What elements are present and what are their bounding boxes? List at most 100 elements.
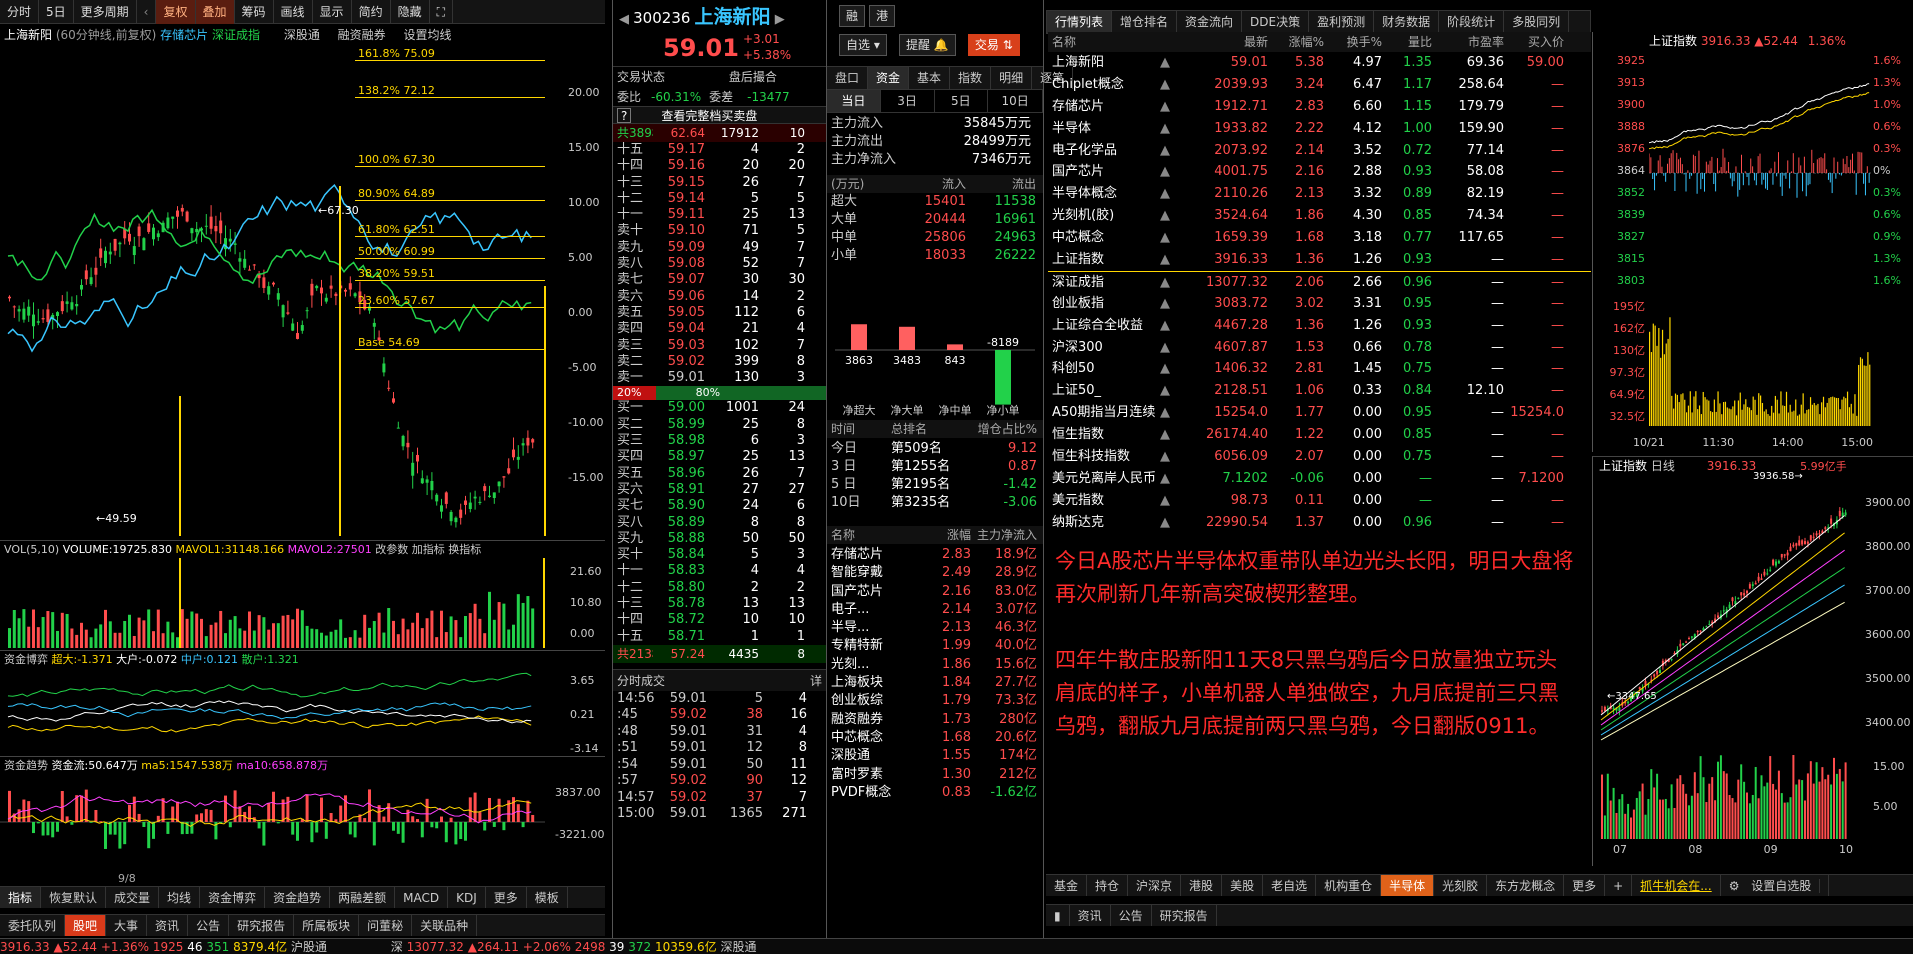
tab-multi-stock[interactable]: 多股同列 <box>1504 11 1570 33</box>
news-panel-icon[interactable]: ▮ <box>1046 905 1070 926</box>
bid-level-row[interactable]: 十一 58.83 4 4 <box>613 563 826 579</box>
link-ma-settings[interactable]: 设置均线 <box>404 28 452 42</box>
sector-row[interactable]: 存储芯片 2.83 18.9亿 <box>831 546 1039 564</box>
tab-simple[interactable]: 简约 <box>352 0 391 24</box>
tab-indicator[interactable]: 指标 <box>0 887 42 908</box>
sector-row[interactable]: 电子... 2.14 3.07亿 <box>831 601 1039 619</box>
list-row[interactable]: 美元指数 ▲ 98.73 0.11 0.00— — — <box>1048 490 1591 512</box>
tab-research-right[interactable]: 研究报告 <box>1152 905 1217 926</box>
tab-order-queue[interactable]: 委托队列 <box>0 915 66 936</box>
bid-level-row[interactable]: 十五 58.71 1 1 <box>613 629 826 645</box>
tab-increase-rank[interactable]: 增仓排名 <box>1112 11 1178 33</box>
hk-badge[interactable]: 港 <box>869 5 896 27</box>
ask-level-row[interactable]: 卖六 59.06 14 2 <box>613 289 826 305</box>
tab-margin-diff[interactable]: 两融差额 <box>330 887 396 908</box>
link-sgt[interactable]: 深股通 <box>284 28 320 42</box>
tab-5day-fund[interactable]: 5日 <box>935 90 989 112</box>
bid-level-row[interactable]: 买四 58.97 25 13 <box>613 449 826 465</box>
tab-display[interactable]: 显示 <box>313 0 352 24</box>
list-row[interactable]: 光刻机(胶) ▲ 3524.64 1.86 4.30 0.85 74.34— <box>1048 205 1591 227</box>
tab-pankou[interactable]: 盘口 <box>827 67 869 89</box>
tab-forecast[interactable]: 盈利预测 <box>1309 11 1375 33</box>
tab-photoresist[interactable]: 光刻胶 <box>1434 875 1488 896</box>
list-row[interactable]: 美元兑离岸人民币 ▲ 7.1202 -0.06 0.00— —7.1200 <box>1048 468 1591 490</box>
tab-kdj[interactable]: KDJ <box>448 887 486 908</box>
overlay-sz-index[interactable]: 深证成指 <box>212 28 260 42</box>
bid-level-row[interactable]: 十二 58.80 2 2 <box>613 580 826 596</box>
ask-level-row[interactable]: 卖十 59.10 71 5 <box>613 223 826 239</box>
nav-right-icon[interactable]: ▶ <box>775 12 785 27</box>
list-row[interactable]: 电子化学品 ▲ 2073.92 2.14 3.52 0.72 77.14— <box>1048 140 1591 162</box>
list-row[interactable]: 深证成指 ▲ 13077.32 2.06 2.66 0.96— — <box>1048 270 1591 293</box>
tab-chips[interactable]: 筹码 <box>235 0 274 24</box>
tab-more[interactable]: 更多 <box>486 887 527 908</box>
tab-news-right[interactable]: 资讯 <box>1070 905 1111 926</box>
mini-intraday-chart[interactable] <box>1649 50 1871 296</box>
sector-row[interactable]: 半导... 2.13 46.3亿 <box>831 619 1039 637</box>
tab-sectors[interactable]: 所属板块 <box>294 915 360 936</box>
trade-button[interactable]: 交易 ⇅ <box>967 34 1020 56</box>
tab-inst-holdings[interactable]: 机构重仓 <box>1316 875 1382 896</box>
ask-level-row[interactable]: 卖九 59.09 49 7 <box>613 240 826 256</box>
ask-level-row[interactable]: 卖八 59.08 52 7 <box>613 256 826 272</box>
sb-sh-index[interactable]: 3916.33 <box>0 940 50 954</box>
settings-watchlist[interactable]: ⚙ 设置自选股 <box>1721 875 1830 896</box>
bid-level-row[interactable]: 买六 58.91 27 27 <box>613 482 826 498</box>
sector-row[interactable]: 光刻... 1.86 15.6亿 <box>831 656 1039 674</box>
sb-sz-index[interactable]: 13077.32 <box>407 940 464 954</box>
tab-dde[interactable]: DDE决策 <box>1242 11 1310 33</box>
tab-old-watch[interactable]: 老自选 <box>1263 875 1317 896</box>
tab-news[interactable]: 资讯 <box>147 915 189 936</box>
bid-level-row[interactable]: 十三 58.78 13 13 <box>613 596 826 612</box>
ask-level-row[interactable]: 卖二 59.02 399 8 <box>613 354 826 370</box>
promo-link[interactable]: 抓牛机会在... <box>1632 875 1721 896</box>
list-row[interactable]: 沪深300 ▲ 4607.87 1.53 0.66 0.78— — <box>1048 337 1591 359</box>
tab-draw[interactable]: 画线 <box>274 0 313 24</box>
vol-add-indicator[interactable]: 加指标 <box>412 543 445 556</box>
sector-row[interactable]: 中芯概念 1.68 20.6亿 <box>831 729 1039 747</box>
tab-intraday[interactable]: 分时 <box>0 0 40 24</box>
tab-reset[interactable]: 恢复默认 <box>41 887 107 908</box>
tab-fund-flow[interactable]: 资金流向 <box>1177 11 1243 33</box>
tab-events[interactable]: 大事 <box>106 915 148 936</box>
nav-left-icon[interactable]: ◀ <box>619 12 629 27</box>
ask-level-row[interactable]: 卖四 59.04 21 4 <box>613 321 826 337</box>
tab-more-period[interactable]: 更多周期 <box>74 0 137 24</box>
add-watchlist-button[interactable]: 自选 ▾ <box>839 34 887 56</box>
fullscreen-icon[interactable]: ⛶ <box>430 0 453 24</box>
ask-level-row[interactable]: 十一 59.11 25 13 <box>613 207 826 223</box>
tab-ask-secretary[interactable]: 问董秘 <box>359 915 413 936</box>
alert-button[interactable]: 提醒 🔔 <box>899 34 956 56</box>
ask-level-row[interactable]: 卖一 59.01 130 3 <box>613 370 826 386</box>
ask-level-row[interactable]: 十二 59.14 5 5 <box>613 191 826 207</box>
list-row[interactable]: 中芯概念 ▲ 1659.39 1.68 3.18 0.77 117.65— <box>1048 227 1591 249</box>
tab-dongfang[interactable]: 东方龙概念 <box>1487 875 1565 896</box>
add-tab-icon[interactable]: + <box>1605 875 1633 896</box>
sector-row[interactable]: 专精特新 1.99 40.0亿 <box>831 637 1039 655</box>
sector-row[interactable]: 智能穿戴 2.49 28.9亿 <box>831 564 1039 582</box>
tab-macd[interactable]: MACD <box>395 887 449 908</box>
tab-more-watch[interactable]: 更多 <box>1564 875 1606 896</box>
sb-sgt[interactable]: 深股通 <box>720 940 756 954</box>
tab-5day[interactable]: 5日 <box>39 0 74 24</box>
sector-row[interactable]: 上海板块 1.84 27.7亿 <box>831 674 1039 692</box>
bid-level-row[interactable]: 十四 58.72 10 10 <box>613 612 826 628</box>
tab-detail[interactable]: 明细 <box>991 67 1033 89</box>
sector-row[interactable]: 融资融券 1.73 280亿 <box>831 711 1039 729</box>
bid-level-row[interactable]: 买八 58.89 8 8 <box>613 515 826 531</box>
candlestick-chart[interactable] <box>0 46 605 536</box>
day-candle-chart[interactable] <box>1597 475 1857 743</box>
bid-level-row[interactable]: 买三 58.98 6 3 <box>613 433 826 449</box>
list-row[interactable]: 上证50_ ▲ 2128.51 1.06 0.33 0.84 12.10— <box>1048 380 1591 402</box>
tab-research[interactable]: 研究报告 <box>229 915 295 936</box>
list-row[interactable]: Chiplet概念 ▲ 2039.93 3.24 6.47 1.17 258.64— <box>1048 74 1591 96</box>
list-row[interactable]: A50期指当月连续 ▲ 15254.0 1.77 0.00 0.95—15254.0 <box>1048 402 1591 424</box>
ask-level-row[interactable]: 卖五 59.05 112 6 <box>613 305 826 321</box>
tab-volume[interactable]: 成交量 <box>106 887 160 908</box>
tab-3day[interactable]: 3日 <box>881 90 935 112</box>
tab-quote-list[interactable]: 行情列表 <box>1047 11 1113 33</box>
list-row[interactable]: 存储芯片 ▲ 1912.71 2.83 6.60 1.15 179.79— <box>1048 96 1591 118</box>
ask-level-row[interactable]: 十三 59.15 26 7 <box>613 175 826 191</box>
tab-related[interactable]: 关联品种 <box>412 915 478 936</box>
bid-level-row[interactable]: 买五 58.96 26 7 <box>613 466 826 482</box>
